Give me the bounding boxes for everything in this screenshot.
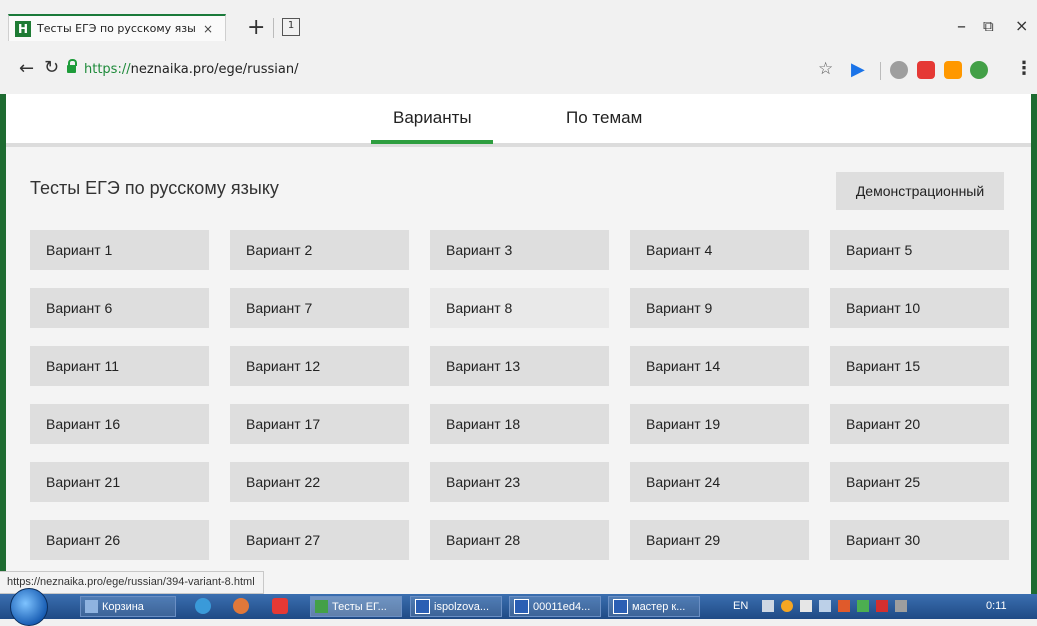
url-field[interactable]: https://neznaika.pro/ege/russian/ [84, 62, 299, 77]
download-tray-icon[interactable] [857, 600, 869, 612]
tab-by-topics[interactable]: По темам [566, 108, 642, 128]
variant-button[interactable]: Вариант 11 [30, 346, 209, 386]
tab-count-icon[interactable]: 1 [282, 18, 300, 36]
language-indicator[interactable]: EN [733, 600, 748, 612]
recycle-bin-icon [85, 600, 98, 613]
start-button[interactable] [10, 588, 48, 626]
variant-button[interactable]: Вариант 10 [830, 288, 1009, 328]
tab-close-icon[interactable]: × [203, 22, 213, 36]
ie-icon[interactable] [195, 598, 211, 614]
update-tray-icon[interactable] [781, 600, 793, 612]
variant-button[interactable]: Вариант 13 [430, 346, 609, 386]
word-icon [514, 599, 529, 614]
variant-button[interactable]: Вариант 4 [630, 230, 809, 270]
variant-button[interactable]: Вариант 19 [630, 404, 809, 444]
page-title: Тесты ЕГЭ по русскому языку [30, 178, 279, 198]
variant-button[interactable]: Вариант 24 [630, 462, 809, 502]
taskbar-item-label: 00011ed4... [533, 600, 591, 613]
extension-red-icon[interactable] [917, 61, 935, 79]
window-restore-button[interactable]: ⧉ [983, 17, 994, 35]
browser-tab-strip: Н Тесты ЕГЭ по русскому язы × + 1 – ⧉ × [0, 0, 1037, 50]
url-path: neznaika.pro/ege/russian/ [130, 62, 299, 77]
taskbar-item-word-3[interactable]: мастер к... [608, 596, 700, 617]
variant-button[interactable]: Вариант 20 [830, 404, 1009, 444]
variant-button[interactable]: Вариант 22 [230, 462, 409, 502]
play-extension-icon[interactable]: ▶ [851, 59, 865, 80]
extension-orange-icon[interactable] [944, 61, 962, 79]
word-icon [415, 599, 430, 614]
variant-button[interactable]: Вариант 1 [30, 230, 209, 270]
browser-icon [315, 600, 328, 613]
media-player-icon[interactable] [233, 598, 249, 614]
taskbar-item-label: Корзина [102, 600, 144, 613]
variant-button[interactable]: Вариант 15 [830, 346, 1009, 386]
variant-button[interactable]: Вариант 5 [830, 230, 1009, 270]
variant-button[interactable]: Вариант 29 [630, 520, 809, 560]
lock-icon[interactable] [67, 59, 77, 73]
variant-button[interactable]: Вариант 18 [430, 404, 609, 444]
variant-button[interactable]: Вариант 9 [630, 288, 809, 328]
variant-button[interactable]: Вариант 7 [230, 288, 409, 328]
variant-button[interactable]: Вариант 12 [230, 346, 409, 386]
top-navigation: Варианты По темам [6, 94, 1031, 147]
taskbar-item-word-1[interactable]: ispolzova... [410, 596, 502, 617]
taskbar-item-browser[interactable]: Тесты ЕГ... [310, 596, 402, 617]
window-close-button[interactable]: × [1015, 16, 1028, 35]
tab-separator [273, 18, 274, 38]
address-bar: ← ↻ https://neznaika.pro/ege/russian/ ☆ … [0, 56, 1037, 88]
taskbar-item-label: Тесты ЕГ... [332, 600, 387, 613]
page-content: Варианты По темам Тесты ЕГЭ по русскому … [0, 94, 1037, 594]
demo-variant-button[interactable]: Демонстрационный [836, 172, 1004, 210]
keyboard-tray-icon[interactable] [762, 600, 774, 612]
volume-tray-icon[interactable] [800, 600, 812, 612]
variant-button[interactable]: Вариант 6 [30, 288, 209, 328]
site-favicon-icon: Н [15, 20, 31, 37]
window-minimize-button[interactable]: – [957, 16, 966, 37]
yandex-icon[interactable] [272, 598, 288, 614]
taskbar-item-label: ispolzova... [434, 600, 490, 613]
network-tray-icon[interactable] [819, 600, 831, 612]
active-tab-underline [371, 140, 493, 144]
flag-tray-icon[interactable] [876, 600, 888, 612]
extension-separator [880, 62, 881, 80]
tab-variants[interactable]: Варианты [393, 108, 472, 128]
taskbar-item-recycle-bin[interactable]: Корзина [80, 596, 176, 617]
variant-button[interactable]: Вариант 3 [430, 230, 609, 270]
url-scheme: https:// [84, 62, 131, 77]
variant-button[interactable]: Вариант 2 [230, 230, 409, 270]
variant-button[interactable]: Вариант 25 [830, 462, 1009, 502]
variant-button[interactable]: Вариант 23 [430, 462, 609, 502]
browser-tab[interactable]: Н Тесты ЕГЭ по русскому язы × [8, 14, 226, 41]
windows-taskbar: Корзина Тесты ЕГ... ispolzova... 00011ed… [0, 588, 1037, 626]
clock[interactable]: 0:11 [986, 600, 1007, 612]
browser-menu-icon[interactable]: ⋮ [1015, 58, 1033, 79]
variant-button[interactable]: Вариант 16 [30, 404, 209, 444]
new-tab-button[interactable]: + [247, 17, 265, 39]
variant-button[interactable]: Вариант 30 [830, 520, 1009, 560]
taskbar-item-word-2[interactable]: 00011ed4... [509, 596, 601, 617]
variant-button[interactable]: Вариант 17 [230, 404, 409, 444]
reload-icon[interactable]: ↻ [44, 57, 59, 78]
variant-button[interactable]: Вариант 27 [230, 520, 409, 560]
variant-button[interactable]: Вариант 26 [30, 520, 209, 560]
bookmark-star-icon[interactable]: ☆ [818, 59, 833, 79]
taskbar-item-label: мастер к... [632, 600, 686, 613]
word-icon [613, 599, 628, 614]
variant-button[interactable]: Вариант 28 [430, 520, 609, 560]
variant-button[interactable]: Вариант 14 [630, 346, 809, 386]
variant-button[interactable]: Вариант 21 [30, 462, 209, 502]
extension-gray-icon[interactable] [890, 61, 908, 79]
variant-button[interactable]: Вариант 8 [430, 288, 609, 328]
extension-green-icon[interactable] [970, 61, 988, 79]
back-arrow-icon[interactable]: ← [19, 58, 34, 79]
tab-title: Тесты ЕГЭ по русскому язы [37, 22, 196, 35]
variant-grid: Вариант 1 Вариант 2 Вариант 3 Вариант 4 Вари… [30, 230, 1009, 560]
device-tray-icon[interactable] [895, 600, 907, 612]
app-tray-icon[interactable] [838, 600, 850, 612]
